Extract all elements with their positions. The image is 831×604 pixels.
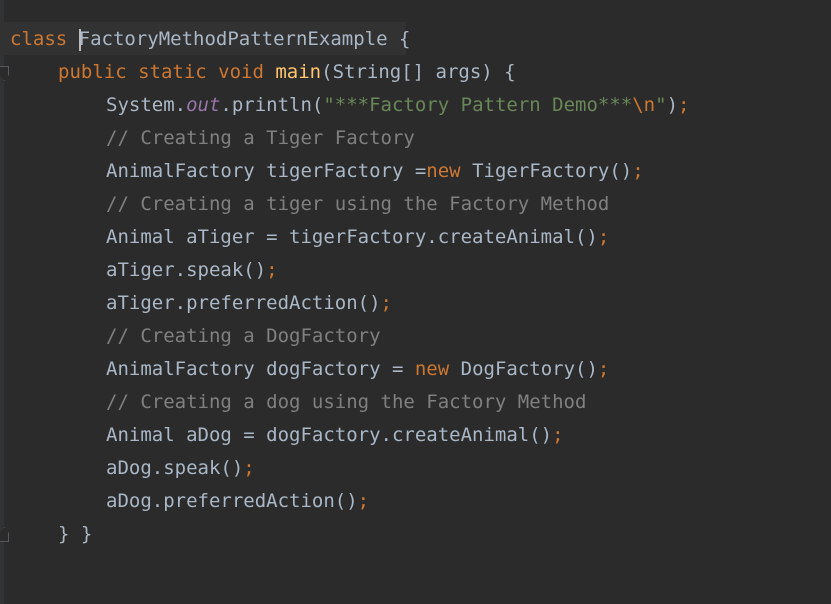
code-line-class-declaration[interactable]: class FactoryMethodPatternExample { [10, 23, 410, 56]
sysout-prefix: System. [106, 94, 187, 116]
code-line-dog-create[interactable]: Animal aDog = dogFactory.createAnimal(); [106, 419, 564, 452]
dog-action: aDog.preferredAction() [106, 490, 358, 512]
code-line-println[interactable]: System.out.println("***Factory Pattern D… [106, 89, 689, 122]
open-brace: { [387, 28, 411, 50]
new-keyword: new [414, 358, 450, 380]
new-keyword: new [426, 160, 461, 182]
code-line-comment-dog-method[interactable]: // Creating a dog using the Factory Meth… [106, 386, 586, 419]
tiger-action: aTiger.preferredAction() [106, 292, 381, 314]
code-line-tiger-create[interactable]: Animal aTiger = tigerFactory.createAnima… [106, 221, 609, 254]
dog-factory-decl: AnimalFactory dogFactory = [106, 358, 415, 380]
semicolon: ; [632, 160, 644, 182]
code-line-comment-dog-factory[interactable]: // Creating a DogFactory [106, 320, 381, 353]
tiger-factory-decl: AnimalFactory tigerFactory = [106, 160, 427, 182]
code-line-dog-action[interactable]: aDog.preferredAction(); [106, 485, 369, 518]
dog-factory-ctor: DogFactory() [449, 358, 598, 380]
semicolon: ; [597, 226, 610, 248]
code-line-dog-speak[interactable]: aDog.speak(); [106, 452, 255, 485]
tiger-speak: aTiger.speak() [106, 259, 267, 281]
code-line-tiger-speak[interactable]: aTiger.speak(); [106, 254, 278, 287]
semicolon: ; [266, 259, 278, 281]
editor-gutter [0, 0, 4, 604]
sysout-string: "***Factory Pattern Demo*** [323, 94, 633, 116]
class-keyword: class [10, 28, 68, 50]
tiger-factory-ctor: TigerFactory() [460, 160, 633, 182]
semicolon: ; [678, 94, 690, 116]
semicolon: ; [552, 424, 564, 446]
code-line-main-method[interactable]: public static void main(String[] args) { [58, 56, 516, 89]
main-modifiers: public static void [58, 61, 264, 83]
code-line-tiger-factory[interactable]: AnimalFactory tigerFactory =new TigerFac… [106, 155, 644, 188]
semicolon: ; [380, 292, 392, 314]
sysout-string-end: " [655, 94, 667, 116]
code-editor[interactable]: class FactoryMethodPatternExample { publ… [0, 0, 831, 604]
semicolon: ; [597, 358, 610, 380]
dog-speak: aDog.speak() [106, 457, 244, 479]
sysout-field: out [186, 94, 221, 116]
sysout-close: ) [666, 94, 679, 116]
main-params: (String[] args) { [321, 61, 516, 83]
code-line-comment-tiger-factory[interactable]: // Creating a Tiger Factory [106, 122, 415, 155]
semicolon: ; [357, 490, 370, 512]
sysout-method: .println( [220, 94, 324, 116]
sysout-escape: \n [632, 94, 656, 116]
code-line-tiger-action[interactable]: aTiger.preferredAction(); [106, 287, 392, 320]
main-method-name: main [275, 61, 322, 83]
class-name: FactoryMethodPatternExample [78, 28, 388, 50]
code-line-closing-braces[interactable]: } } [58, 518, 92, 551]
code-line-dog-factory[interactable]: AnimalFactory dogFactory = new DogFactor… [106, 353, 609, 386]
semicolon: ; [243, 457, 255, 479]
dog-decl: Animal aDog = dogFactory.createAnimal() [106, 424, 553, 446]
tiger-decl: Animal aTiger = tigerFactory.createAnima… [106, 226, 598, 248]
code-line-comment-tiger-method[interactable]: // Creating a tiger using the Factory Me… [106, 188, 609, 221]
